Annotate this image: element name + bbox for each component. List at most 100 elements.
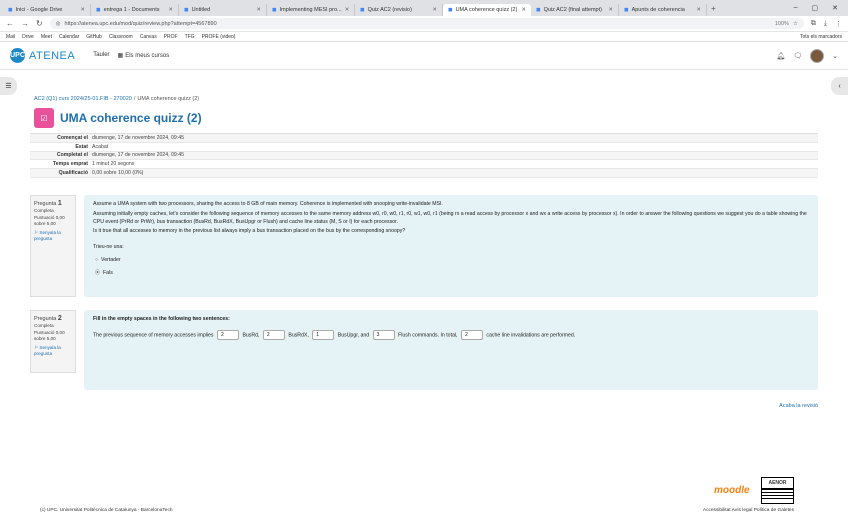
browser-tab[interactable]: ◼ entrega 1 - Documents ✕ [91, 3, 179, 16]
favicon-icon: ◼ [8, 6, 13, 13]
browser-tab[interactable]: ◼ Quiz AC2 (final attempt) ✕ [531, 3, 619, 16]
question-content: Assume a UMA system with two processors,… [84, 195, 818, 297]
avatar[interactable] [810, 48, 825, 63]
block-drawer-toggle[interactable]: ‹ [831, 77, 848, 95]
browser-tab[interactable]: ◼ UMA coherence quizz (2) ✕ [443, 3, 531, 16]
tab-label: UMA coherence quizz (2) [455, 6, 518, 13]
summary-value: 0,00 sobre 10,00 (0%) [92, 170, 144, 177]
bookmark-item[interactable]: PROFE (video) [202, 34, 236, 40]
browser-tab[interactable]: ◼ Inici - Google Drive ✕ [3, 3, 91, 16]
zoom-level[interactable]: 100% [775, 21, 789, 27]
url-field[interactable]: ◎ https://atenea.upc.edu/mod/quiz/review… [49, 18, 804, 29]
close-tab-icon[interactable]: ✕ [80, 7, 85, 13]
tab-label: Inici - Google Drive [15, 6, 63, 13]
bookmark-item[interactable]: PROF [164, 34, 178, 40]
bookmark-item[interactable]: Mail [6, 34, 15, 40]
question-number-value: 2 [57, 315, 62, 322]
close-window-icon[interactable]: ✕ [832, 4, 838, 12]
flag-label: Senyala la pregunta [34, 230, 61, 242]
all-bookmarks[interactable]: Tots els marcadors [800, 34, 842, 40]
back-icon[interactable]: ← [6, 19, 14, 28]
bookmark-star-icon[interactable]: ☆ [793, 21, 798, 27]
blank-busupgr[interactable]: 1 [312, 329, 335, 340]
browser-tab[interactable]: ◼ Quiz AC2 (revisio) ✕ [355, 3, 443, 16]
aenor-text: AENOR [768, 480, 787, 486]
bell-icon[interactable]: 🔔︎ [776, 52, 785, 60]
new-tab-icon[interactable]: + [711, 4, 716, 13]
tab-label: Apunts de coherencia [631, 6, 685, 13]
browser-tab[interactable]: ◼ Implementing MESI pro... ✕ [267, 3, 355, 16]
close-tab-icon[interactable]: ✕ [608, 7, 613, 13]
extension-icon[interactable]: ⧉ [811, 20, 816, 28]
summary-value: diumenge, 17 de novembre 2024, 09:45 [92, 134, 185, 141]
favicon-icon: ◼ [96, 6, 101, 13]
close-tab-icon[interactable]: ✕ [696, 7, 701, 13]
flag-label: Senyala la pregunta [34, 345, 61, 357]
site-info-icon[interactable]: ◎ [56, 21, 61, 27]
menu-icon[interactable]: ⋮ [835, 20, 842, 28]
atenea-logo[interactable]: ATENEA [29, 50, 75, 62]
close-tab-icon[interactable]: ✕ [256, 7, 261, 13]
bookmark-item[interactable]: Calendar [59, 34, 79, 40]
answer-option-false[interactable]: ⦿ Fals [95, 270, 809, 278]
option-marker: ○ [95, 257, 99, 264]
breadcrumb: AC2 (Q1) curs 2024/25-01.FIB - 270020/UM… [34, 96, 199, 102]
question-number: Pregunta 2 [34, 314, 72, 323]
flag-question-link[interactable]: ⚐ Senyala la pregunta [34, 345, 72, 357]
download-icon[interactable]: ⤓ [824, 20, 827, 28]
option-label: Vertader [101, 256, 121, 263]
address-bar: ← → ↻ ◎ https://atenea.upc.edu/mod/quiz/… [0, 16, 848, 32]
summary-row: Completat el diumenge, 17 de novembre 202… [30, 151, 818, 161]
answer-prompt: Trieu-ne una: [93, 244, 124, 251]
summary-row: Qualificació 0,00 sobre 10,00 (0%) [30, 169, 818, 178]
chat-icon[interactable]: 🗨︎ [793, 52, 802, 60]
nav-link-my-courses[interactable]: ▦ Els meus cursos [118, 52, 170, 59]
summary-key: Completat el [56, 152, 88, 159]
question-number-value: 1 [57, 200, 62, 207]
bookmark-item[interactable]: Classroom [109, 34, 133, 40]
browser-tab[interactable]: ◼ Untitled ✕ [179, 3, 267, 16]
question-2: Pregunta 2 Completa Puntuació 0,00 sobre… [30, 310, 818, 390]
sentence-part: BusUpgr, and [337, 332, 370, 339]
hamburger-icon: ☰ [5, 83, 12, 90]
minimize-icon[interactable]: – [794, 4, 798, 12]
tab-label: entrega 1 - Documents [103, 6, 160, 13]
summary-row: Temps emprat 1 minut 20 segons [30, 160, 818, 170]
reload-icon[interactable]: ↻ [36, 19, 43, 28]
breadcrumb-separator: / [133, 96, 136, 102]
bookmark-item[interactable]: GitHub [86, 34, 102, 40]
close-tab-icon[interactable]: ✕ [168, 7, 173, 13]
chevron-down-icon[interactable]: ⌄ [832, 52, 838, 60]
close-tab-icon[interactable]: ✕ [345, 7, 350, 13]
blank-invalidations[interactable]: 2 [460, 329, 483, 340]
browser-tab[interactable]: ◼ Apunts de coherencia ✕ [619, 3, 707, 16]
question-text: Is it true that all accesses to memory i… [93, 228, 406, 235]
close-tab-icon[interactable]: ✕ [432, 7, 437, 13]
aenor-logo: AENOR [761, 477, 794, 504]
answer-option-true[interactable]: ○ Vertader [95, 257, 809, 265]
bookmark-item[interactable]: Canvas [140, 34, 157, 40]
chevron-left-icon: ‹ [838, 82, 841, 90]
upc-logo[interactable]: UPC [10, 48, 25, 63]
bookmark-item[interactable]: Drive [22, 34, 34, 40]
footer-links[interactable]: Accessibilitat Avís legal Política de Ga… [703, 508, 794, 513]
breadcrumb-course[interactable]: AC2 (Q1) curs 2024/25-01.FIB - 270020 [34, 96, 132, 102]
blank-flush[interactable]: 3 [372, 329, 395, 340]
finish-review-link[interactable]: Acaba la revisió [779, 403, 818, 409]
flag-question-link[interactable]: ⚐ Senyala la pregunta [34, 230, 72, 242]
extensions: ⧉ ⤓ ⋮ [811, 20, 842, 28]
course-index-toggle[interactable]: ☰ [0, 77, 17, 95]
blank-busrdx[interactable]: 2 [262, 329, 285, 340]
moodle-logo[interactable]: moodle [714, 485, 750, 496]
nav-link-tauler[interactable]: Tauler [93, 52, 109, 59]
forward-icon[interactable]: → [21, 19, 29, 28]
tab-list: ◼ Inici - Google Drive ✕ ◼ entrega 1 - Docum… [3, 1, 707, 16]
close-tab-icon[interactable]: ✕ [521, 7, 526, 13]
bookmark-item[interactable]: TFG [185, 34, 195, 40]
question-label: Pregunta [34, 316, 57, 322]
question-text: Assume a UMA system with two processors,… [93, 201, 443, 207]
maximize-icon[interactable]: ▢ [812, 4, 819, 12]
summary-row: Començat el diumenge, 17 de novembre 2024… [30, 134, 818, 143]
blank-busrd[interactable]: 2 [216, 329, 239, 340]
bookmark-item[interactable]: Meet [41, 34, 52, 40]
